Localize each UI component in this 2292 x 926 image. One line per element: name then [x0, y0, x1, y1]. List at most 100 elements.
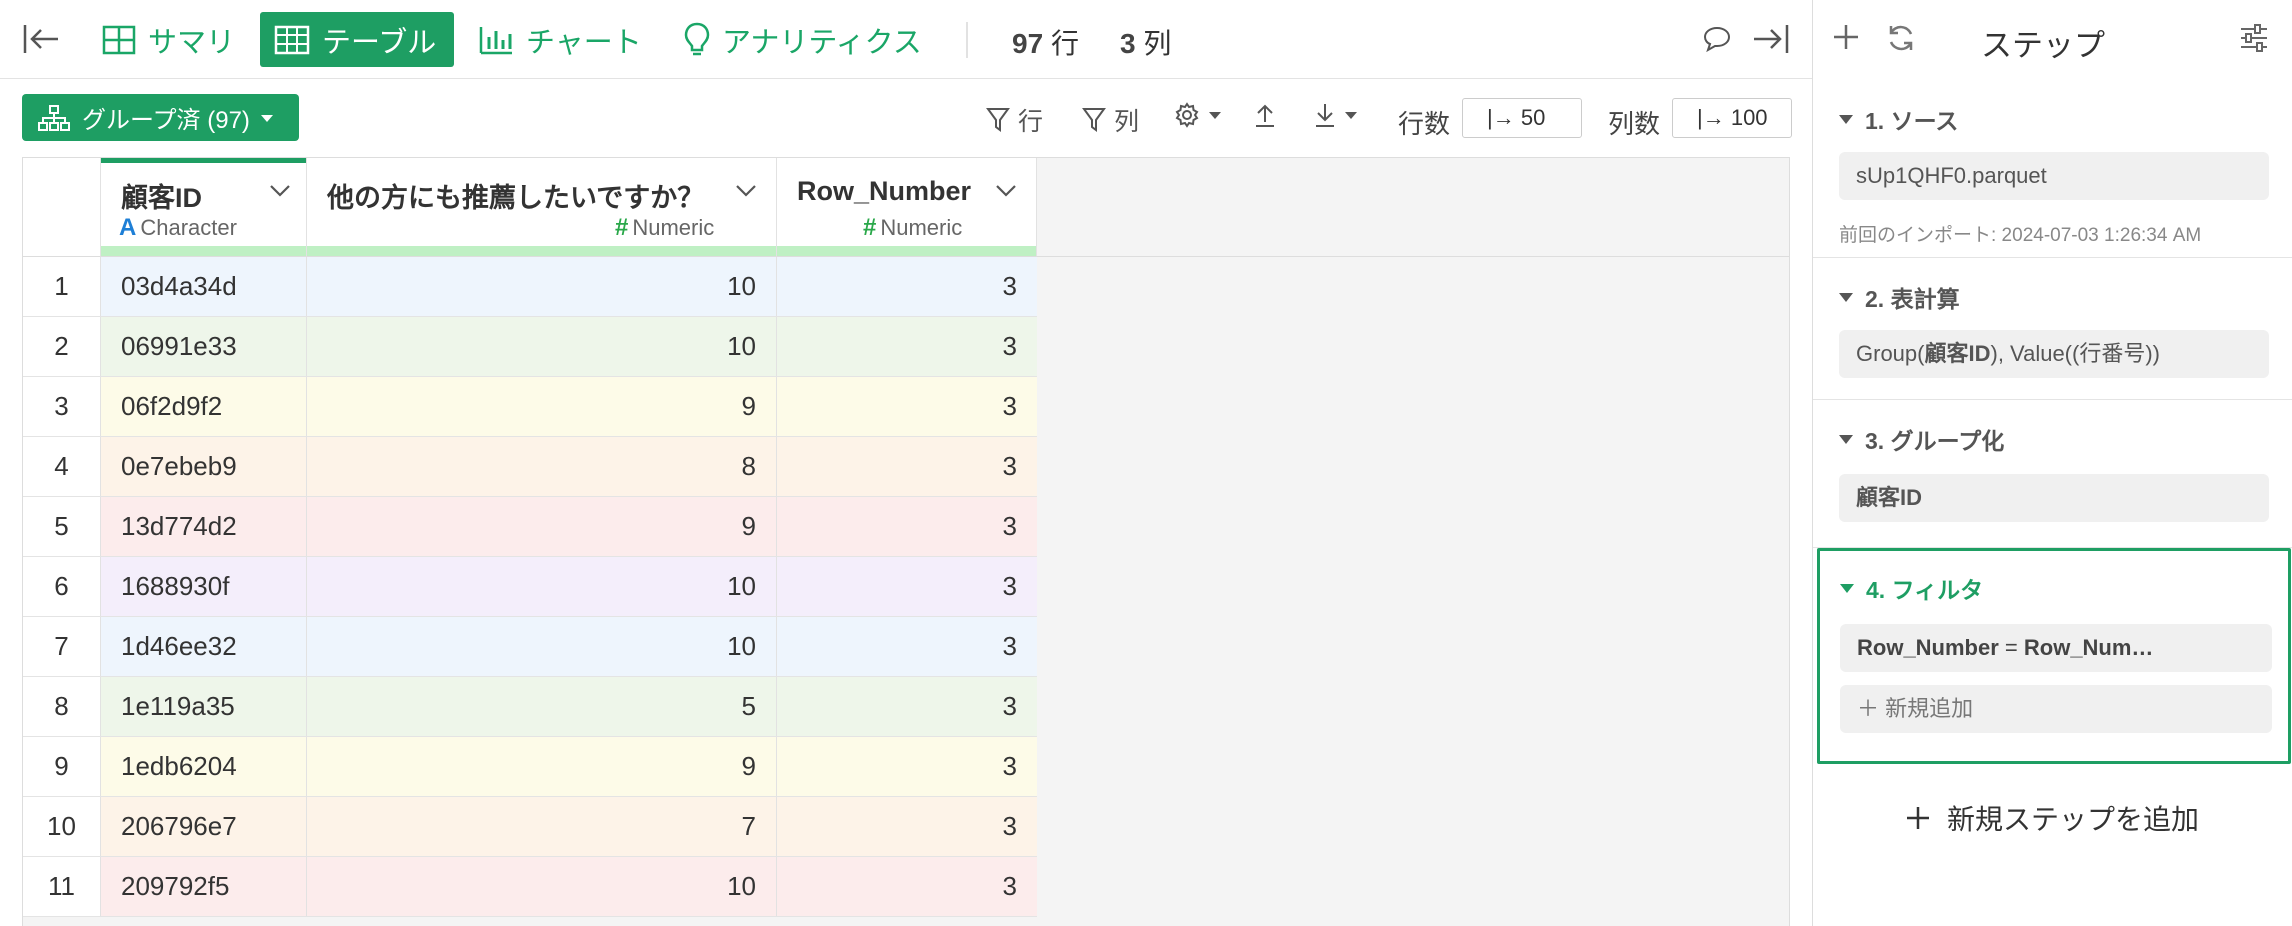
- rows-limit-label: 行数: [1398, 109, 1451, 139]
- cell-customer-id[interactable]: 1edb6204: [101, 737, 307, 796]
- grouped-button[interactable]: グループ済 (97): [22, 94, 299, 141]
- cell-customer-id[interactable]: 13d774d2: [101, 497, 307, 556]
- cell-customer-id[interactable]: 1e119a35: [101, 677, 307, 736]
- step-title[interactable]: 3. グループ化: [1839, 422, 2004, 456]
- table-row[interactable]: 10 206796e7 7 3: [23, 797, 1037, 857]
- columns-limit-input[interactable]: |→ 100: [1672, 98, 1792, 138]
- cell-customer-id[interactable]: 206796e7: [101, 797, 307, 856]
- add-icon[interactable]: [1831, 22, 1861, 57]
- cell-row-number[interactable]: 3: [777, 437, 1037, 496]
- table-row[interactable]: 7 1d46ee32 10 3: [23, 617, 1037, 677]
- cell-recommend[interactable]: 10: [307, 317, 777, 376]
- column-quality-bar: [777, 246, 1036, 256]
- cell-recommend[interactable]: 9: [307, 497, 777, 556]
- cell-customer-id[interactable]: 0e7ebeb9: [101, 437, 307, 496]
- step-calculation-chip[interactable]: Group(顧客ID), Value((行番号)): [1839, 330, 2269, 378]
- step-title[interactable]: 4. フィルタ: [1840, 571, 1983, 605]
- column-header-customer-id[interactable]: 顧客ID A Character: [101, 158, 307, 257]
- refresh-icon[interactable]: [1885, 22, 1917, 59]
- column-quality-bar: [101, 246, 306, 256]
- cell-customer-id[interactable]: 03d4a34d: [101, 257, 307, 316]
- cell-customer-id[interactable]: 06991e33: [101, 317, 307, 376]
- table-row[interactable]: 8 1e119a35 5 3: [23, 677, 1037, 737]
- row-index: 10: [23, 797, 101, 856]
- settings-menu-button[interactable]: [1174, 102, 1230, 128]
- step-title[interactable]: 2. 表計算: [1839, 280, 1960, 314]
- bar-chart-icon: [479, 26, 512, 54]
- table-row[interactable]: 1 03d4a34d 10 3: [23, 257, 1037, 317]
- rows-limit-input[interactable]: |→ 50: [1462, 98, 1582, 138]
- table-row[interactable]: 6 1688930f 10 3: [23, 557, 1037, 617]
- cell-customer-id[interactable]: 209792f5: [101, 857, 307, 916]
- add-step-button[interactable]: 新規ステップを追加: [1905, 798, 2199, 838]
- upload-button[interactable]: [1254, 102, 1284, 128]
- cell-row-number[interactable]: 3: [777, 857, 1037, 916]
- cell-customer-id[interactable]: 1688930f: [101, 557, 307, 616]
- step-filter[interactable]: 4. フィルタ Row_Number = Row_Num… ＋ 新規追加: [1817, 548, 2291, 764]
- step-group[interactable]: 3. グループ化 顧客ID: [1813, 400, 2292, 548]
- cell-row-number[interactable]: 3: [777, 677, 1037, 736]
- cell-recommend[interactable]: 10: [307, 257, 777, 316]
- lightbulb-icon: [684, 22, 710, 55]
- step-group-chip[interactable]: 顧客ID: [1839, 474, 2269, 522]
- step-calculation[interactable]: 2. 表計算 Group(顧客ID), Value((行番号)): [1813, 258, 2292, 400]
- upload-icon: [1256, 104, 1274, 127]
- tab-summary[interactable]: サマリ: [88, 12, 249, 67]
- cell-recommend[interactable]: 8: [307, 437, 777, 496]
- table-row[interactable]: 5 13d774d2 9 3: [23, 497, 1037, 557]
- caret-down-icon: [1345, 112, 1357, 119]
- table-row[interactable]: 2 06991e33 10 3: [23, 317, 1037, 377]
- cell-row-number[interactable]: 3: [777, 257, 1037, 316]
- chevron-down-icon[interactable]: [269, 184, 291, 198]
- cell-row-number[interactable]: 3: [777, 737, 1037, 796]
- step-title[interactable]: 1. ソース: [1839, 102, 1958, 136]
- cell-recommend[interactable]: 5: [307, 677, 777, 736]
- table-row[interactable]: 3 06f2d9f2 9 3: [23, 377, 1037, 437]
- add-filter-button[interactable]: ＋ 新規追加: [1840, 685, 2272, 733]
- cell-row-number[interactable]: 3: [777, 617, 1037, 676]
- tab-summary-label: サマリ: [148, 26, 236, 59]
- tab-table[interactable]: テーブル: [260, 12, 454, 67]
- cell-recommend[interactable]: 10: [307, 617, 777, 676]
- cell-recommend[interactable]: 7: [307, 797, 777, 856]
- cell-customer-id[interactable]: 06f2d9f2: [101, 377, 307, 436]
- cell-row-number[interactable]: 3: [777, 797, 1037, 856]
- expand-right-icon[interactable]: [1752, 22, 1790, 61]
- cell-row-number[interactable]: 3: [777, 557, 1037, 616]
- table-row[interactable]: 4 0e7ebeb9 8 3: [23, 437, 1037, 497]
- tab-chart[interactable]: チャート: [464, 12, 656, 67]
- column-header-recommend[interactable]: 他の方にも推薦したいですか？ # Numeric: [307, 158, 777, 257]
- column-header-row-number[interactable]: Row_Number # Numeric: [777, 158, 1037, 257]
- row-index: 11: [23, 857, 101, 916]
- chevron-down-icon[interactable]: [995, 184, 1017, 198]
- chevron-down-icon[interactable]: [735, 184, 757, 198]
- filter-columns-button[interactable]: 列: [1082, 102, 1139, 138]
- sliders-icon[interactable]: [2239, 24, 2269, 57]
- filter-rows-button[interactable]: 行: [986, 102, 1043, 138]
- cell-recommend[interactable]: 9: [307, 737, 777, 796]
- collapse-left-icon[interactable]: [22, 22, 60, 56]
- cell-recommend[interactable]: 9: [307, 377, 777, 436]
- table-toolbar: グループ済 (97) 行 列 行数 |→ 50 列数 |→ 100: [0, 80, 1812, 156]
- column-name: 他の方にも推薦したいですか？: [327, 183, 705, 213]
- numeric-type-icon: #: [615, 214, 629, 241]
- cell-recommend[interactable]: 10: [307, 557, 777, 616]
- row-index: 2: [23, 317, 101, 376]
- row-index: 7: [23, 617, 101, 676]
- row-index: 3: [23, 377, 101, 436]
- cell-customer-id[interactable]: 1d46ee32: [101, 617, 307, 676]
- step-source-chip[interactable]: sUp1QHF0.parquet: [1839, 152, 2269, 200]
- cell-row-number[interactable]: 3: [777, 317, 1037, 376]
- table-row[interactable]: 9 1edb6204 9 3: [23, 737, 1037, 797]
- download-icon: [1316, 104, 1334, 127]
- step-filter-chip[interactable]: Row_Number = Row_Num…: [1840, 624, 2272, 672]
- step-source[interactable]: 1. ソース sUp1QHF0.parquet 前回のインポート: 2024-0…: [1813, 80, 2292, 258]
- table-row[interactable]: 11 209792f5 10 3: [23, 857, 1037, 917]
- cell-row-number[interactable]: 3: [777, 377, 1037, 436]
- steps-panel-title: ステップ: [1981, 28, 2105, 63]
- cell-recommend[interactable]: 10: [307, 857, 777, 916]
- download-button[interactable]: [1314, 102, 1366, 128]
- cell-row-number[interactable]: 3: [777, 497, 1037, 556]
- tab-analytics[interactable]: アナリティクス: [670, 12, 936, 67]
- comment-icon[interactable]: [1702, 24, 1732, 59]
